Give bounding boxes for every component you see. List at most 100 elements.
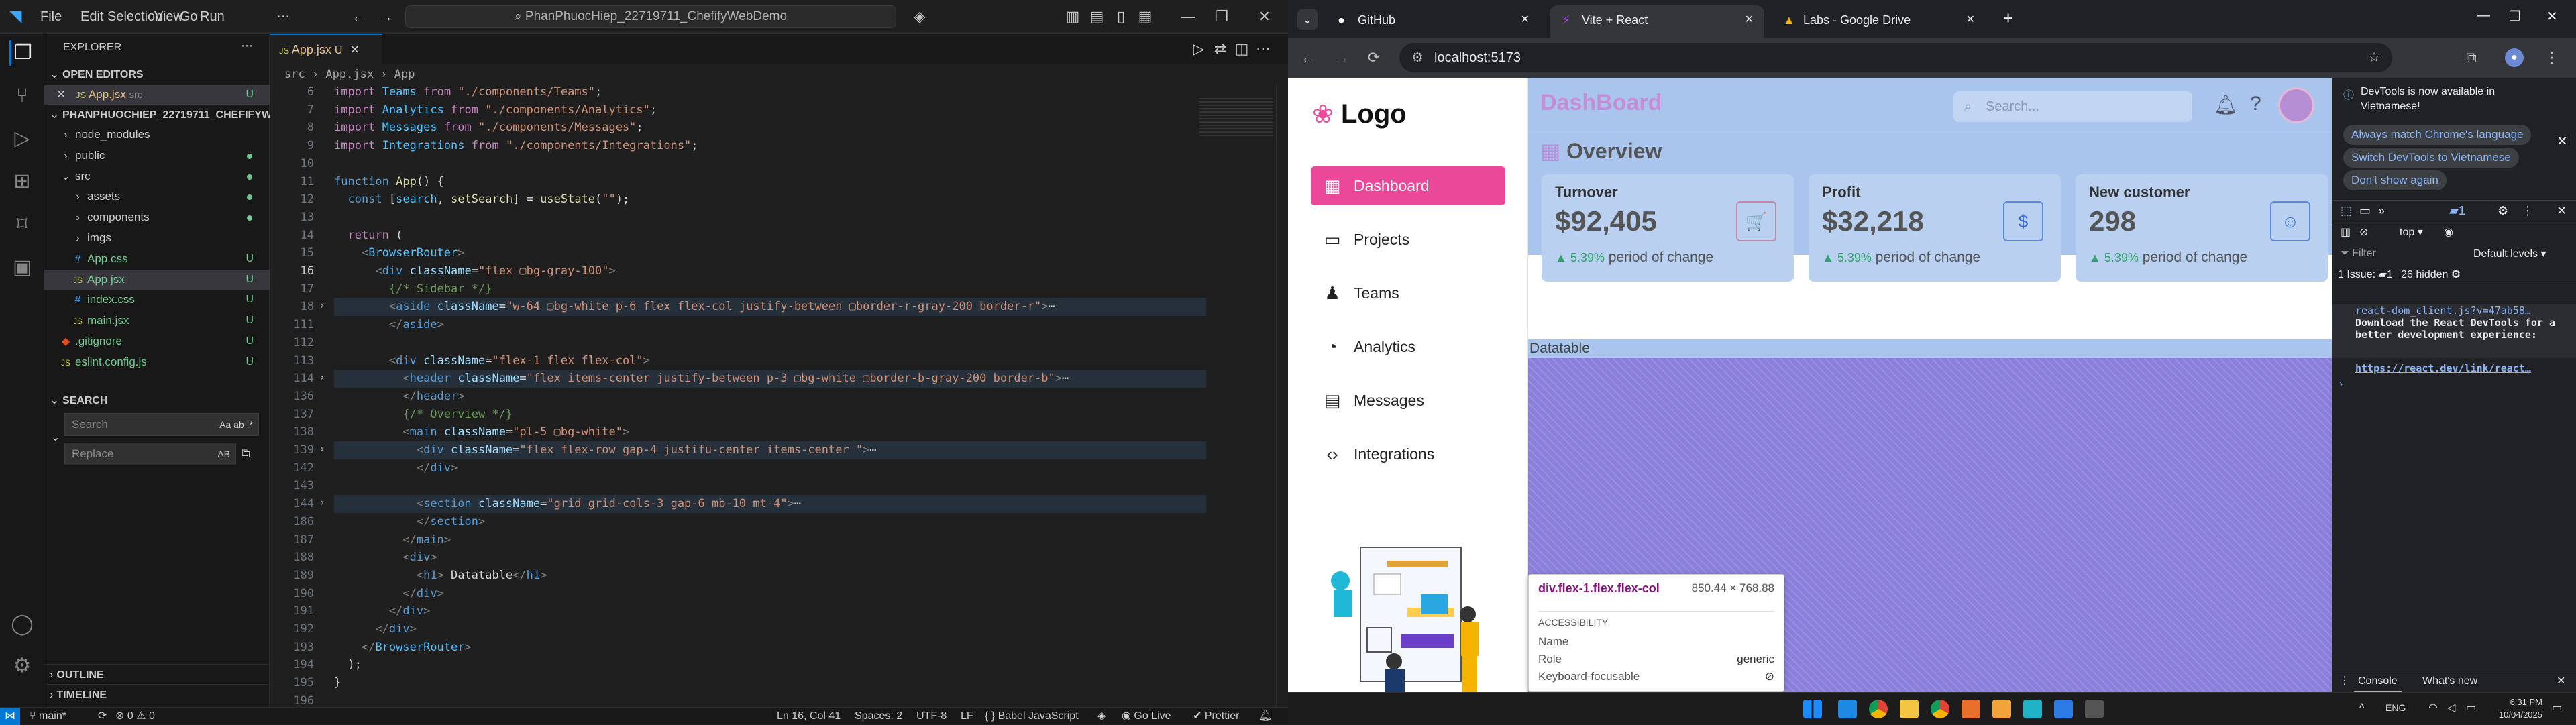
match-language-button[interactable]: Always match Chrome's language [2343,125,2532,145]
search-section[interactable]: ⌄ SEARCH [44,390,270,410]
file-tree-item[interactable]: › assets [44,186,270,207]
browser-tab[interactable]: ▲ Labs - Google Drive ✕ [1771,5,1986,38]
code-line[interactable]: <header className="flex items-center jus… [334,370,1206,388]
breadcrumb[interactable]: src › App.jsx › App [284,66,415,83]
bookmark-icon[interactable]: ⌑ [9,212,35,237]
layout-secondary-icon[interactable]: ▯ [1111,7,1131,27]
menu-edit[interactable]: Edit [80,0,103,34]
go-live-button[interactable]: ◉ Go Live [1122,708,1171,725]
file-tree-item[interactable]: JS App.jsx U [44,269,270,290]
sync-icon[interactable]: ⟳ [98,708,107,725]
nav-dashboard[interactable]: ▦ Dashboard [1311,166,1505,205]
user-icon[interactable]: ☺ [2270,201,2310,241]
file-tree-item[interactable]: › imgs [44,228,270,248]
wifi-icon[interactable]: ◠ [2428,701,2438,714]
code-line[interactable]: </header> [334,388,1206,406]
fold-chevron-icon[interactable]: › [319,498,325,508]
remote-indicator-icon[interactable]: ⋈ [0,708,20,725]
timeline-section[interactable]: › TIMELINE [44,684,270,704]
cart-icon[interactable]: 🛒 [1736,201,1776,241]
code-line[interactable]: <section className="grid grid-cols-3 gap… [334,495,1206,513]
prettier-status[interactable]: ✔ Prettier [1193,708,1239,725]
clock[interactable]: 6:31 PM 10/04/2025 [2489,695,2542,721]
console-filter[interactable]: ⏷ Filter [2341,244,2461,263]
code-line[interactable]: </div> [334,585,1206,603]
remote-explorer-icon[interactable]: ▣ [9,255,35,280]
cursor-position[interactable]: Ln 16, Col 41 [777,708,841,725]
settings-gear-icon[interactable]: ⚙ [2451,269,2461,280]
nav-messages[interactable]: ▤ Messages [1311,381,1505,420]
menu-more[interactable]: ⋯ [276,0,290,34]
code-line[interactable] [334,334,1206,352]
log-levels-dropdown[interactable]: Default levels ▾ [2473,247,2546,260]
browser-menu-icon[interactable]: ⋮ [2542,48,2561,67]
close-icon[interactable]: ✕ [2557,671,2565,691]
minimap[interactable] [1199,98,1273,138]
copilot-icon[interactable]: ◈ [910,7,930,27]
app-taskbar-icon[interactable] [2085,700,2104,718]
close-icon[interactable]: ✕ [1966,5,1975,35]
dollar-icon[interactable]: $ [2003,201,2043,241]
app-taskbar-icon[interactable] [1962,700,1980,718]
forward-arrow-icon[interactable]: → [376,7,396,27]
file-tree-item[interactable]: › node_modules [44,125,270,145]
source-control-icon[interactable]: ⑂ [9,83,35,109]
open-editor-item[interactable]: ✕ JS App.jsx src U [44,85,270,105]
tray-chevron-icon[interactable]: ˄ [2359,701,2365,713]
bookmark-star-icon[interactable]: ☆ [2368,43,2380,72]
open-editors-section[interactable]: ⌄ OPEN EDITORS [44,64,270,85]
close-icon[interactable]: ✕ [2546,8,2558,25]
issues-tab-icon[interactable]: ▰1 [2449,201,2465,221]
menu-view[interactable]: View [154,0,183,34]
source-link[interactable]: react-dom_client.js?v=47ab58… [2355,304,2576,317]
dont-show-button[interactable]: Don't show again [2343,170,2447,190]
search-input[interactable]: Search Aa ab .* [64,413,259,436]
replace-all-icon[interactable]: ⧉ [241,447,250,461]
tab-whats-new[interactable]: What's new [2422,671,2477,691]
layout-sidebar-icon[interactable]: ▥ [1063,7,1083,27]
drawer-menu-icon[interactable]: ⋮ [2339,671,2350,691]
code-line[interactable]: function App() { [334,173,1206,191]
fold-chevron-icon[interactable]: › [319,444,325,455]
code-editor[interactable]: 6 import Teams from "./components/Teams";… [270,83,1288,708]
code-line[interactable]: <BrowserRouter> [334,244,1206,262]
file-tree-item[interactable]: JS eslint.config.js U [44,352,270,372]
customize-layout-icon[interactable]: ▦ [1135,7,1155,27]
device-toolbar-icon[interactable]: ▭ [2359,201,2371,221]
nav-teams[interactable]: ♟ Teams [1311,274,1505,313]
code-line[interactable]: ); [334,656,1206,674]
more-actions-icon[interactable]: ⋯ [241,39,253,53]
copilot-status-icon[interactable]: ◈ [1097,708,1106,725]
more-tabs-icon[interactable]: » [2378,201,2385,221]
restore-icon[interactable]: ❐ [1212,7,1232,27]
code-line[interactable]: } [334,674,1206,692]
file-tree-item[interactable]: ◆ .gitignore U [44,331,270,351]
inspect-element-icon[interactable]: ⬚ [2341,201,2352,221]
avatar[interactable] [2278,87,2314,123]
address-bar[interactable]: ⚙ localhost:5173 ☆ [1399,43,2392,72]
outline-section[interactable]: › OUTLINE [44,664,270,684]
app-taskbar-icon[interactable] [2023,700,2042,718]
code-line[interactable]: </aside> [334,316,1206,334]
code-line[interactable]: import Integrations from "./components/I… [334,137,1206,155]
chrome-taskbar-icon[interactable] [1931,700,1949,718]
help-icon[interactable]: ? [2250,93,2261,115]
code-line[interactable] [334,155,1206,173]
code-line[interactable]: <aside className="w-64 ▢bg-white p-6 fle… [334,298,1206,317]
bell-icon[interactable]: 🔔︎ [2214,94,2238,116]
back-arrow-icon[interactable]: ← [349,7,369,27]
code-line[interactable]: {/* Overview */} [334,406,1206,424]
encoding[interactable]: UTF-8 [916,708,947,725]
code-line[interactable]: const [search, setSearch] = useState("")… [334,190,1206,209]
tab-search-icon[interactable]: ⌄ [1297,9,1318,30]
file-tree-item[interactable]: ⌄ src [44,166,270,186]
menu-run[interactable]: Run [200,0,225,34]
new-tab-icon[interactable]: + [2003,8,2013,29]
code-line[interactable]: <h1> Datatable</h1> [334,567,1206,585]
react-devtools-link[interactable]: https://react.dev/link/react… [2355,362,2531,374]
file-tree-item[interactable]: › components [44,207,270,227]
console-prompt-icon[interactable]: › [2339,378,2343,390]
tab-app-jsx[interactable]: JS App.jsx U ✕ [270,34,382,64]
code-line[interactable]: <main className="pl-5 ▢bg-white"> [334,423,1206,441]
restore-icon[interactable]: ❐ [2509,8,2521,25]
